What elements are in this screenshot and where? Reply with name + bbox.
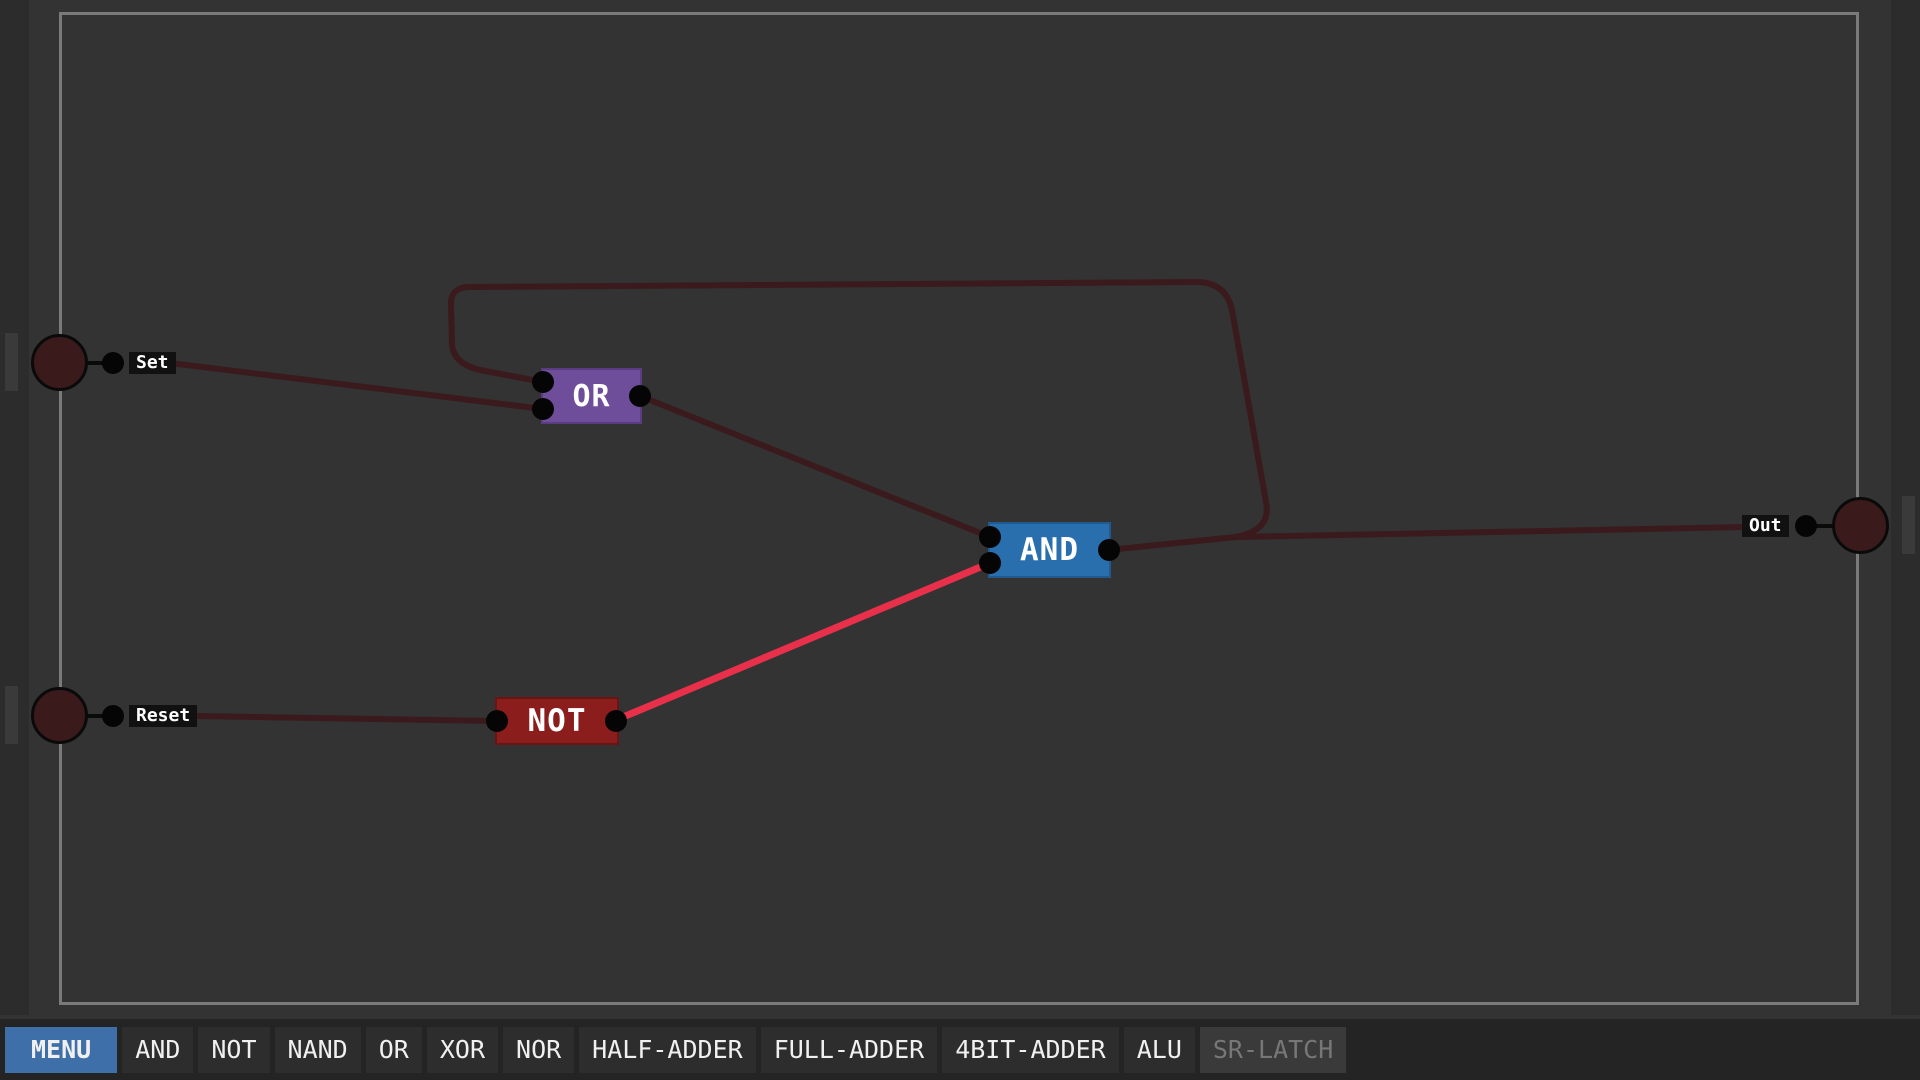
wire-and-to-out[interactable] (1105, 524, 1748, 553)
wire-reset-to-not[interactable] (192, 713, 500, 724)
wire-or-to-and[interactable] (637, 393, 993, 540)
not-input-port[interactable] (486, 710, 508, 732)
wire-layer (167, 279, 1748, 724)
and-input-port-2[interactable] (979, 552, 1001, 574)
toolbar-item-or[interactable]: OR (365, 1026, 422, 1073)
out-output-indicator (1832, 497, 1889, 554)
toolbar-item-xor[interactable]: XOR (426, 1026, 499, 1073)
reset-label: Reset (129, 705, 198, 727)
toolbar-item-alu[interactable]: ALU (1123, 1026, 1195, 1073)
and-gate[interactable]: AND (988, 522, 1111, 578)
or-input-port-1[interactable] (532, 371, 554, 393)
set-input-switch[interactable] (31, 334, 88, 391)
or-input-port-2[interactable] (532, 398, 554, 420)
reset-input-switch[interactable] (31, 687, 88, 744)
menu-button[interactable]: MENU (5, 1026, 118, 1073)
toolbar-item-nor[interactable]: NOR (503, 1026, 575, 1073)
not-output-port[interactable] (605, 710, 627, 732)
set-output-port[interactable] (102, 352, 124, 374)
circuit-editor: Set Reset Out OR AND NOT (0, 0, 1920, 1080)
and-input-port-1[interactable] (979, 526, 1001, 548)
out-label: Out (1742, 515, 1789, 537)
toolbar-item-sr-latch[interactable]: SR-LATCH (1199, 1026, 1347, 1073)
toolbar-item-half-adder[interactable]: HALF-ADDER (579, 1026, 756, 1073)
or-output-port[interactable] (629, 385, 651, 407)
or-gate[interactable]: OR (541, 368, 642, 424)
toolbar-item-and[interactable]: AND (122, 1026, 194, 1073)
toolbar-item-nand[interactable]: NAND (274, 1026, 361, 1073)
set-label: Set (129, 352, 176, 374)
not-gate[interactable]: NOT (495, 697, 619, 745)
wire-not-to-and[interactable] (612, 559, 994, 724)
toolbar-item-4bit-adder[interactable]: 4BIT-ADDER (942, 1026, 1119, 1073)
toolbar-item-not[interactable]: NOT (198, 1026, 270, 1073)
out-input-port[interactable] (1795, 515, 1817, 537)
component-toolbar: MENU AND NOT NAND OR XOR NOR HALF-ADDER … (0, 1019, 1920, 1080)
and-output-port[interactable] (1098, 539, 1120, 561)
reset-output-port[interactable] (102, 705, 124, 727)
toolbar-item-full-adder[interactable]: FULL-ADDER (760, 1026, 938, 1073)
